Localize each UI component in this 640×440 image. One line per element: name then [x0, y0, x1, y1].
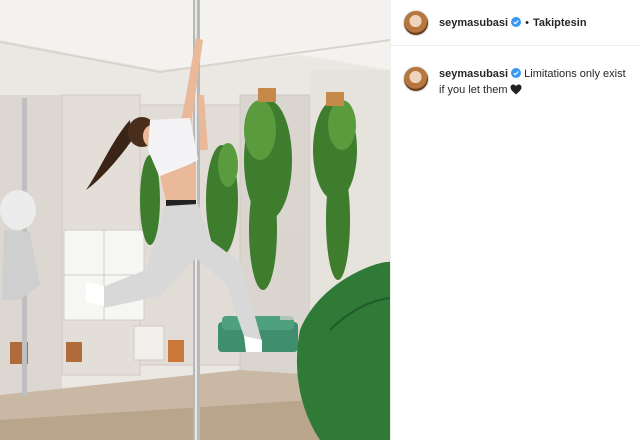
post-header: seymasubasi • Takiptesin [391, 0, 640, 46]
avatar[interactable] [403, 9, 429, 36]
username-text[interactable]: seymasubasi [439, 17, 508, 29]
caption-row: seymasubasi Limitations only exist if yo… [403, 66, 633, 98]
pole-dance-image [0, 0, 390, 440]
black-heart-icon [510, 84, 522, 95]
caption-username-text[interactable]: seymasubasi [439, 68, 508, 80]
post-photo[interactable] [0, 0, 390, 440]
following-button[interactable]: Takiptesin [533, 17, 587, 29]
username-link[interactable]: seymasubasi [439, 16, 522, 29]
caption-username[interactable]: seymasubasi [439, 68, 522, 80]
verified-badge-icon [511, 16, 522, 27]
verified-badge-icon [511, 68, 522, 78]
separator-dot: • [525, 16, 529, 29]
post-side-panel: seymasubasi • Takiptesin seymasubasi Lim… [390, 0, 640, 440]
caption-avatar[interactable] [403, 66, 429, 92]
caption-text: seymasubasi Limitations only exist if yo… [439, 66, 633, 98]
